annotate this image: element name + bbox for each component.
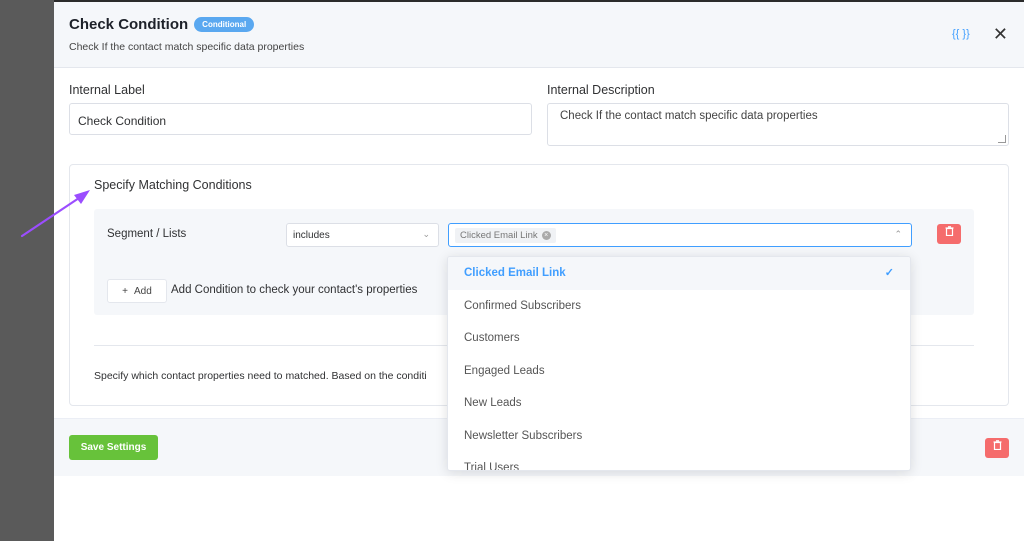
trash-icon: [945, 226, 953, 237]
save-settings-button[interactable]: Save Settings: [69, 435, 158, 460]
trash-icon: [993, 440, 1001, 451]
option-label: Confirmed Subscribers: [464, 299, 581, 312]
background-overlay[interactable]: [0, 0, 54, 541]
internal-description-textarea[interactable]: Check If the contact match specific data…: [547, 103, 1009, 146]
add-condition-text: Add Condition to check your contact's pr…: [171, 284, 418, 296]
drawer-subtitle: Check If the contact match specific data…: [69, 41, 305, 53]
internal-label-input[interactable]: Check Condition: [69, 103, 532, 135]
conditions-help-text: Specify which contact properties need to…: [94, 370, 427, 382]
chevron-down-icon: ⌄: [422, 229, 430, 239]
option-label: New Leads: [464, 397, 522, 409]
close-icon[interactable]: ✕: [993, 24, 1008, 45]
delete-condition-button[interactable]: [937, 224, 961, 244]
dropdown-option[interactable]: Confirmed Subscribers: [448, 290, 910, 323]
plus-icon: +: [122, 285, 129, 297]
dropdown-option[interactable]: Engaged Leads: [448, 355, 910, 388]
dropdown-option[interactable]: Customers: [448, 322, 910, 355]
add-button-label: Add: [134, 285, 152, 297]
operator-select[interactable]: includes ⌄: [286, 223, 439, 247]
option-label: Trial Users: [464, 462, 520, 471]
dropdown-option[interactable]: Clicked Email Link ✓: [448, 257, 910, 290]
tag-remove-icon[interactable]: ×: [541, 231, 551, 240]
segment-multi-select[interactable]: Clicked Email Link × ⌃: [448, 223, 912, 247]
conditions-title: Specify Matching Conditions: [94, 178, 252, 192]
option-label: Newsletter Subscribers: [464, 429, 583, 442]
option-label: Engaged Leads: [464, 364, 545, 377]
dropdown-option[interactable]: Trial Users: [448, 452, 910, 471]
annotation-arrow-icon: [20, 190, 90, 238]
internal-description-label: Internal Description: [547, 83, 655, 97]
drawer-title: Check Condition: [69, 16, 189, 33]
option-label: Customers: [464, 332, 520, 344]
dropdown-option[interactable]: Newsletter Subscribers: [448, 420, 910, 453]
selected-tag: Clicked Email Link ×: [455, 228, 556, 243]
drawer-header: Check Condition Conditional Check If the…: [54, 2, 1024, 68]
internal-label-label: Internal Label: [69, 83, 145, 97]
check-icon: ✓: [884, 267, 894, 279]
operator-value: includes: [293, 230, 330, 241]
add-condition-button[interactable]: + Add: [107, 279, 167, 303]
segment-lists-label: Segment / Lists: [107, 228, 187, 240]
resize-handle-icon[interactable]: [998, 135, 1006, 143]
conditional-badge: Conditional: [194, 17, 255, 32]
smartcode-icon[interactable]: {{ }}: [952, 28, 970, 40]
segment-dropdown-menu: Clicked Email Link ✓ Confirmed Subscribe…: [447, 256, 911, 471]
chevron-up-icon: ⌃: [894, 229, 902, 239]
delete-block-button[interactable]: [985, 438, 1009, 458]
internal-description-value: Check If the contact match specific data…: [560, 110, 818, 122]
option-label: Clicked Email Link: [464, 267, 566, 279]
selected-tag-label: Clicked Email Link: [460, 230, 538, 241]
dropdown-option[interactable]: New Leads: [448, 387, 910, 420]
